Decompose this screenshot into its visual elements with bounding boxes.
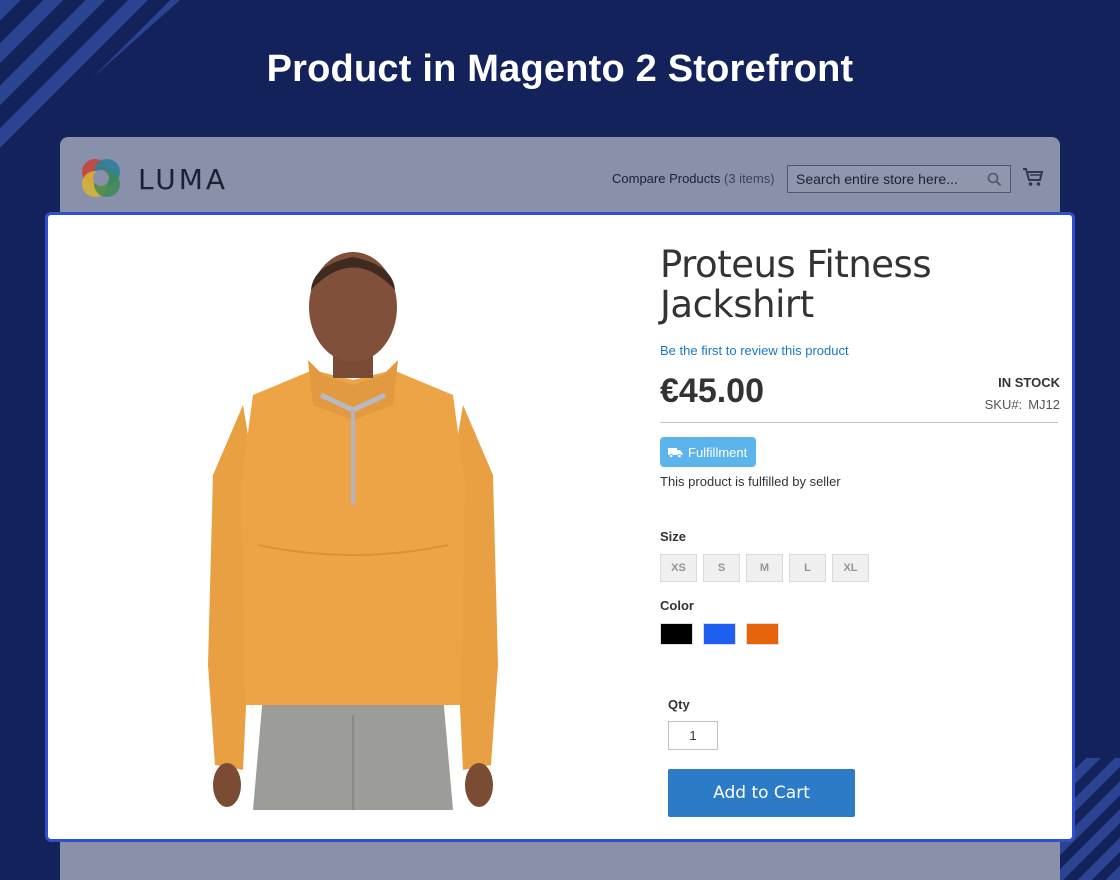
size-option-l[interactable]: L xyxy=(789,554,826,582)
search-input[interactable] xyxy=(788,166,978,192)
size-option-s[interactable]: S xyxy=(703,554,740,582)
divider xyxy=(660,422,1058,423)
store-logo-text[interactable]: LUMA xyxy=(138,163,228,196)
product-photo xyxy=(208,252,498,810)
badge-label: Fulfillment xyxy=(688,444,748,460)
qty-input[interactable] xyxy=(668,721,718,750)
size-option-m[interactable]: M xyxy=(746,554,783,582)
add-to-cart-button[interactable]: Add to Cart xyxy=(668,769,855,817)
product-panel: Proteus Fitness Jackshirt Be the first t… xyxy=(45,212,1075,842)
stock-status: In stock xyxy=(998,375,1060,390)
sku-value: MJ12 xyxy=(1028,397,1060,412)
color-label: Color xyxy=(660,598,694,613)
review-link[interactable]: Be the first to review this product xyxy=(660,343,849,358)
store-header: LUMA Compare Products (3 items) xyxy=(60,137,1060,213)
search-icon[interactable] xyxy=(987,172,1002,187)
fulfillment-note: This product is fulfilled by seller xyxy=(660,474,841,489)
color-swatch-blue[interactable] xyxy=(703,623,736,645)
size-option-xs[interactable]: XS xyxy=(660,554,697,582)
size-label: Size xyxy=(660,529,687,544)
sku-label: SKU#: xyxy=(984,397,1023,412)
size-options: XS S M L XL xyxy=(660,554,869,582)
qty-label: Qty xyxy=(668,697,690,712)
color-options xyxy=(660,623,779,645)
color-swatch-orange[interactable] xyxy=(746,623,779,645)
compare-count: (3 items) xyxy=(724,171,775,186)
compare-label: Compare Products xyxy=(612,171,721,186)
cart-icon[interactable] xyxy=(1022,167,1044,187)
store-search xyxy=(787,165,1011,193)
truck-icon xyxy=(668,447,683,458)
sku-info: SKU#: MJ12 xyxy=(985,397,1060,412)
product-title: Proteus Fitness Jackshirt xyxy=(660,243,932,326)
compare-products-link[interactable]: Compare Products (3 items) xyxy=(612,171,775,186)
size-option-xl[interactable]: XL xyxy=(832,554,869,582)
luma-logo-icon[interactable] xyxy=(78,155,124,201)
product-price: €45.00 xyxy=(660,372,764,410)
color-swatch-black[interactable] xyxy=(660,623,693,645)
page-headline: Product in Magento 2 Storefront xyxy=(266,48,854,90)
fulfillment-badge: Fulfillment xyxy=(660,437,757,467)
